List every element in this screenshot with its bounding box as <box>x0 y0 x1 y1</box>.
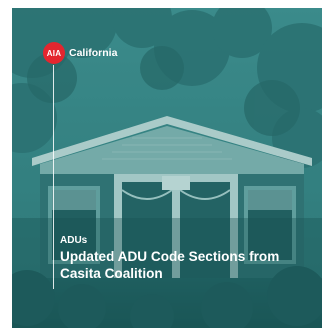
aia-logo-icon: AIA <box>43 42 65 64</box>
accent-divider <box>53 65 54 289</box>
brand-name: California <box>69 47 118 59</box>
category-label[interactable]: ADUs <box>60 235 87 246</box>
article-card[interactable]: AIA California ADUs Updated ADU Code Sec… <box>12 8 322 328</box>
article-title[interactable]: Updated ADU Code Sections from Casita Co… <box>60 248 318 282</box>
brand-logo[interactable]: AIA California <box>43 42 117 64</box>
